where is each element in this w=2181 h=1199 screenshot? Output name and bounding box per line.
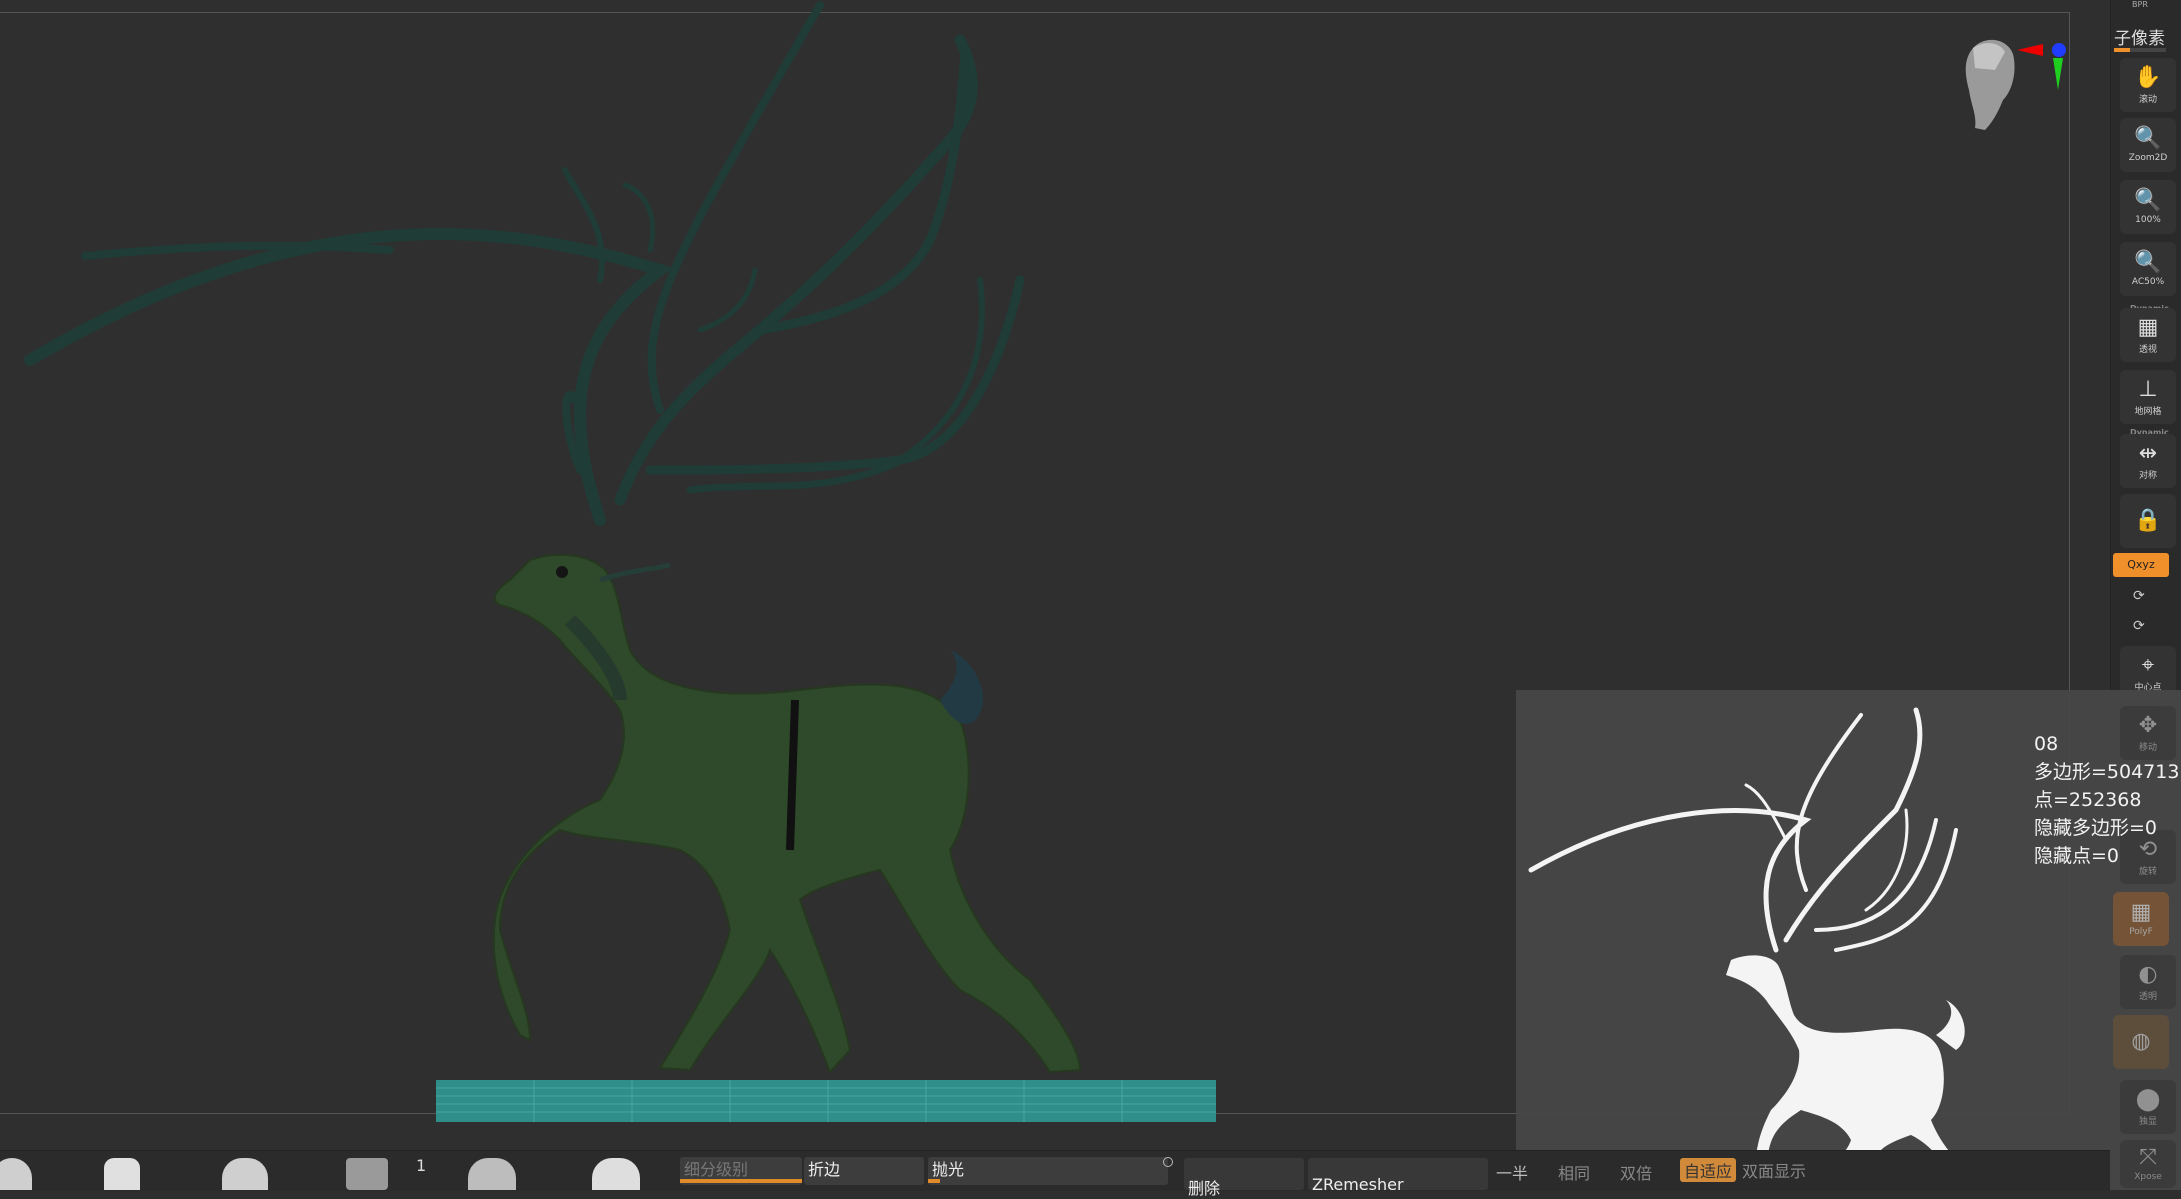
- deer-antlers: [24, 1, 1025, 526]
- transparent-icon: ◐: [2138, 961, 2158, 987]
- polyframe-button[interactable]: ▦ PolyF: [2113, 892, 2169, 946]
- same-button[interactable]: 相同: [1558, 1160, 1590, 1184]
- mesh-stats: 08 多边形=504713 点=252368 隐藏多边形=0 隐藏点=0: [2034, 730, 2179, 870]
- head-navigator-icon: [1965, 39, 2015, 130]
- transparent-button[interactable]: ◐ 透明: [2120, 955, 2176, 1009]
- solo-button[interactable]: ⬤ 独显: [2120, 1080, 2176, 1134]
- y-rotate-icon[interactable]: ⟳: [2133, 588, 2145, 604]
- alpha-thumb[interactable]: [222, 1158, 268, 1190]
- adaptive-toggle[interactable]: 自适应: [1680, 1158, 1737, 1182]
- ghost-icon: ◍: [2131, 1029, 2151, 1054]
- hidden-point-count: 隐藏点=0: [2034, 845, 2120, 867]
- deer-body: [492, 553, 1082, 1074]
- half-size-button[interactable]: 🔍 AC50%: [2120, 242, 2176, 296]
- double-button[interactable]: 双倍: [1620, 1160, 1652, 1184]
- polish-circle-icon[interactable]: [1163, 1157, 1173, 1167]
- polyframe-icon: ▦: [2130, 900, 2152, 925]
- floor-grid: [436, 1080, 1216, 1122]
- stroke-thumb[interactable]: [104, 1158, 140, 1190]
- center-icon: ⌖: [2141, 652, 2155, 678]
- zoom-icon: 🔍: [2134, 188, 2162, 213]
- navigation-cube[interactable]: [1955, 30, 2075, 140]
- xpose-button[interactable]: ⤧ Xpose: [2120, 1140, 2176, 1188]
- grid-icon: ▦: [2137, 314, 2159, 340]
- z-rotate-icon[interactable]: ⟳: [2133, 618, 2145, 634]
- crease-label: 折边: [808, 1160, 841, 1179]
- floor-button[interactable]: ⊥ 地网格: [2120, 370, 2176, 424]
- actual-size-label: 100%: [2135, 215, 2161, 225]
- transparent-label: 透明: [2138, 991, 2157, 1002]
- floor-label: 地网格: [2134, 406, 2162, 417]
- count-label: 1: [416, 1156, 427, 1175]
- polish-label: 抛光: [932, 1160, 965, 1179]
- subpixel-slider[interactable]: [2114, 48, 2166, 52]
- delete-label: 删除: [1188, 1179, 1221, 1198]
- subpixel-label[interactable]: 子像素: [2114, 24, 2165, 49]
- perspective-label: 透视: [2138, 344, 2157, 355]
- solo-label: 独显: [2138, 1116, 2157, 1127]
- twosided-toggle[interactable]: 双面显示: [1742, 1158, 1806, 1182]
- texture-thumb[interactable]: [346, 1158, 388, 1190]
- zoom-icon: 🔍: [2134, 250, 2162, 275]
- ghost-button[interactable]: ◍: [2113, 1015, 2169, 1069]
- actual-size-button[interactable]: 🔍 100%: [2120, 180, 2176, 234]
- point-count: 点=252368: [2034, 789, 2142, 811]
- hand-icon: ✋: [2134, 64, 2162, 90]
- zremesher-label: ZRemesher: [1312, 1175, 1404, 1194]
- hidden-polygon-count: 隐藏多边形=0: [2034, 817, 2158, 839]
- axis-gizmo-icon: [2017, 43, 2066, 90]
- zoom2d-label: Zoom2D: [2128, 153, 2168, 163]
- xyz-rotate-button[interactable]: Qxyz: [2113, 553, 2169, 577]
- material-thumb[interactable]: [468, 1158, 516, 1190]
- symmetry-icon: ⇹: [2138, 440, 2158, 466]
- lock-icon: 🔒: [2134, 508, 2162, 533]
- half-size-label: AC50%: [2131, 277, 2165, 287]
- perspective-button[interactable]: ▦ 透视: [2120, 308, 2176, 362]
- subtool-name: 08: [2034, 733, 2059, 755]
- floor-icon: ⊥: [2138, 376, 2158, 402]
- polyframe-label: PolyF: [2129, 927, 2153, 937]
- lock-button[interactable]: 🔒: [2120, 494, 2176, 548]
- zoom-icon: 🔍: [2134, 126, 2162, 151]
- zoom2d-button[interactable]: 🔍 Zoom2D: [2120, 118, 2176, 172]
- xpose-label: Xpose: [2134, 1172, 2162, 1182]
- solo-icon: ⬤: [2135, 1086, 2161, 1112]
- symmetry-button[interactable]: ⇹ 对称: [2120, 434, 2176, 488]
- xpose-icon: ⤧: [2139, 1145, 2157, 1170]
- subpixel-slider-fill: [2114, 48, 2130, 52]
- scroll-button[interactable]: ✋ 滚动: [2120, 58, 2176, 112]
- half-button[interactable]: 一半: [1496, 1160, 1528, 1184]
- symmetry-label: 对称: [2138, 470, 2157, 481]
- bpr-button[interactable]: BPR: [2132, 0, 2148, 9]
- color-thumb[interactable]: [592, 1158, 640, 1190]
- scroll-label: 滚动: [2138, 94, 2157, 105]
- polygon-count: 多边形=504713: [2034, 761, 2180, 783]
- subdiv-label: 细分级别: [684, 1160, 749, 1179]
